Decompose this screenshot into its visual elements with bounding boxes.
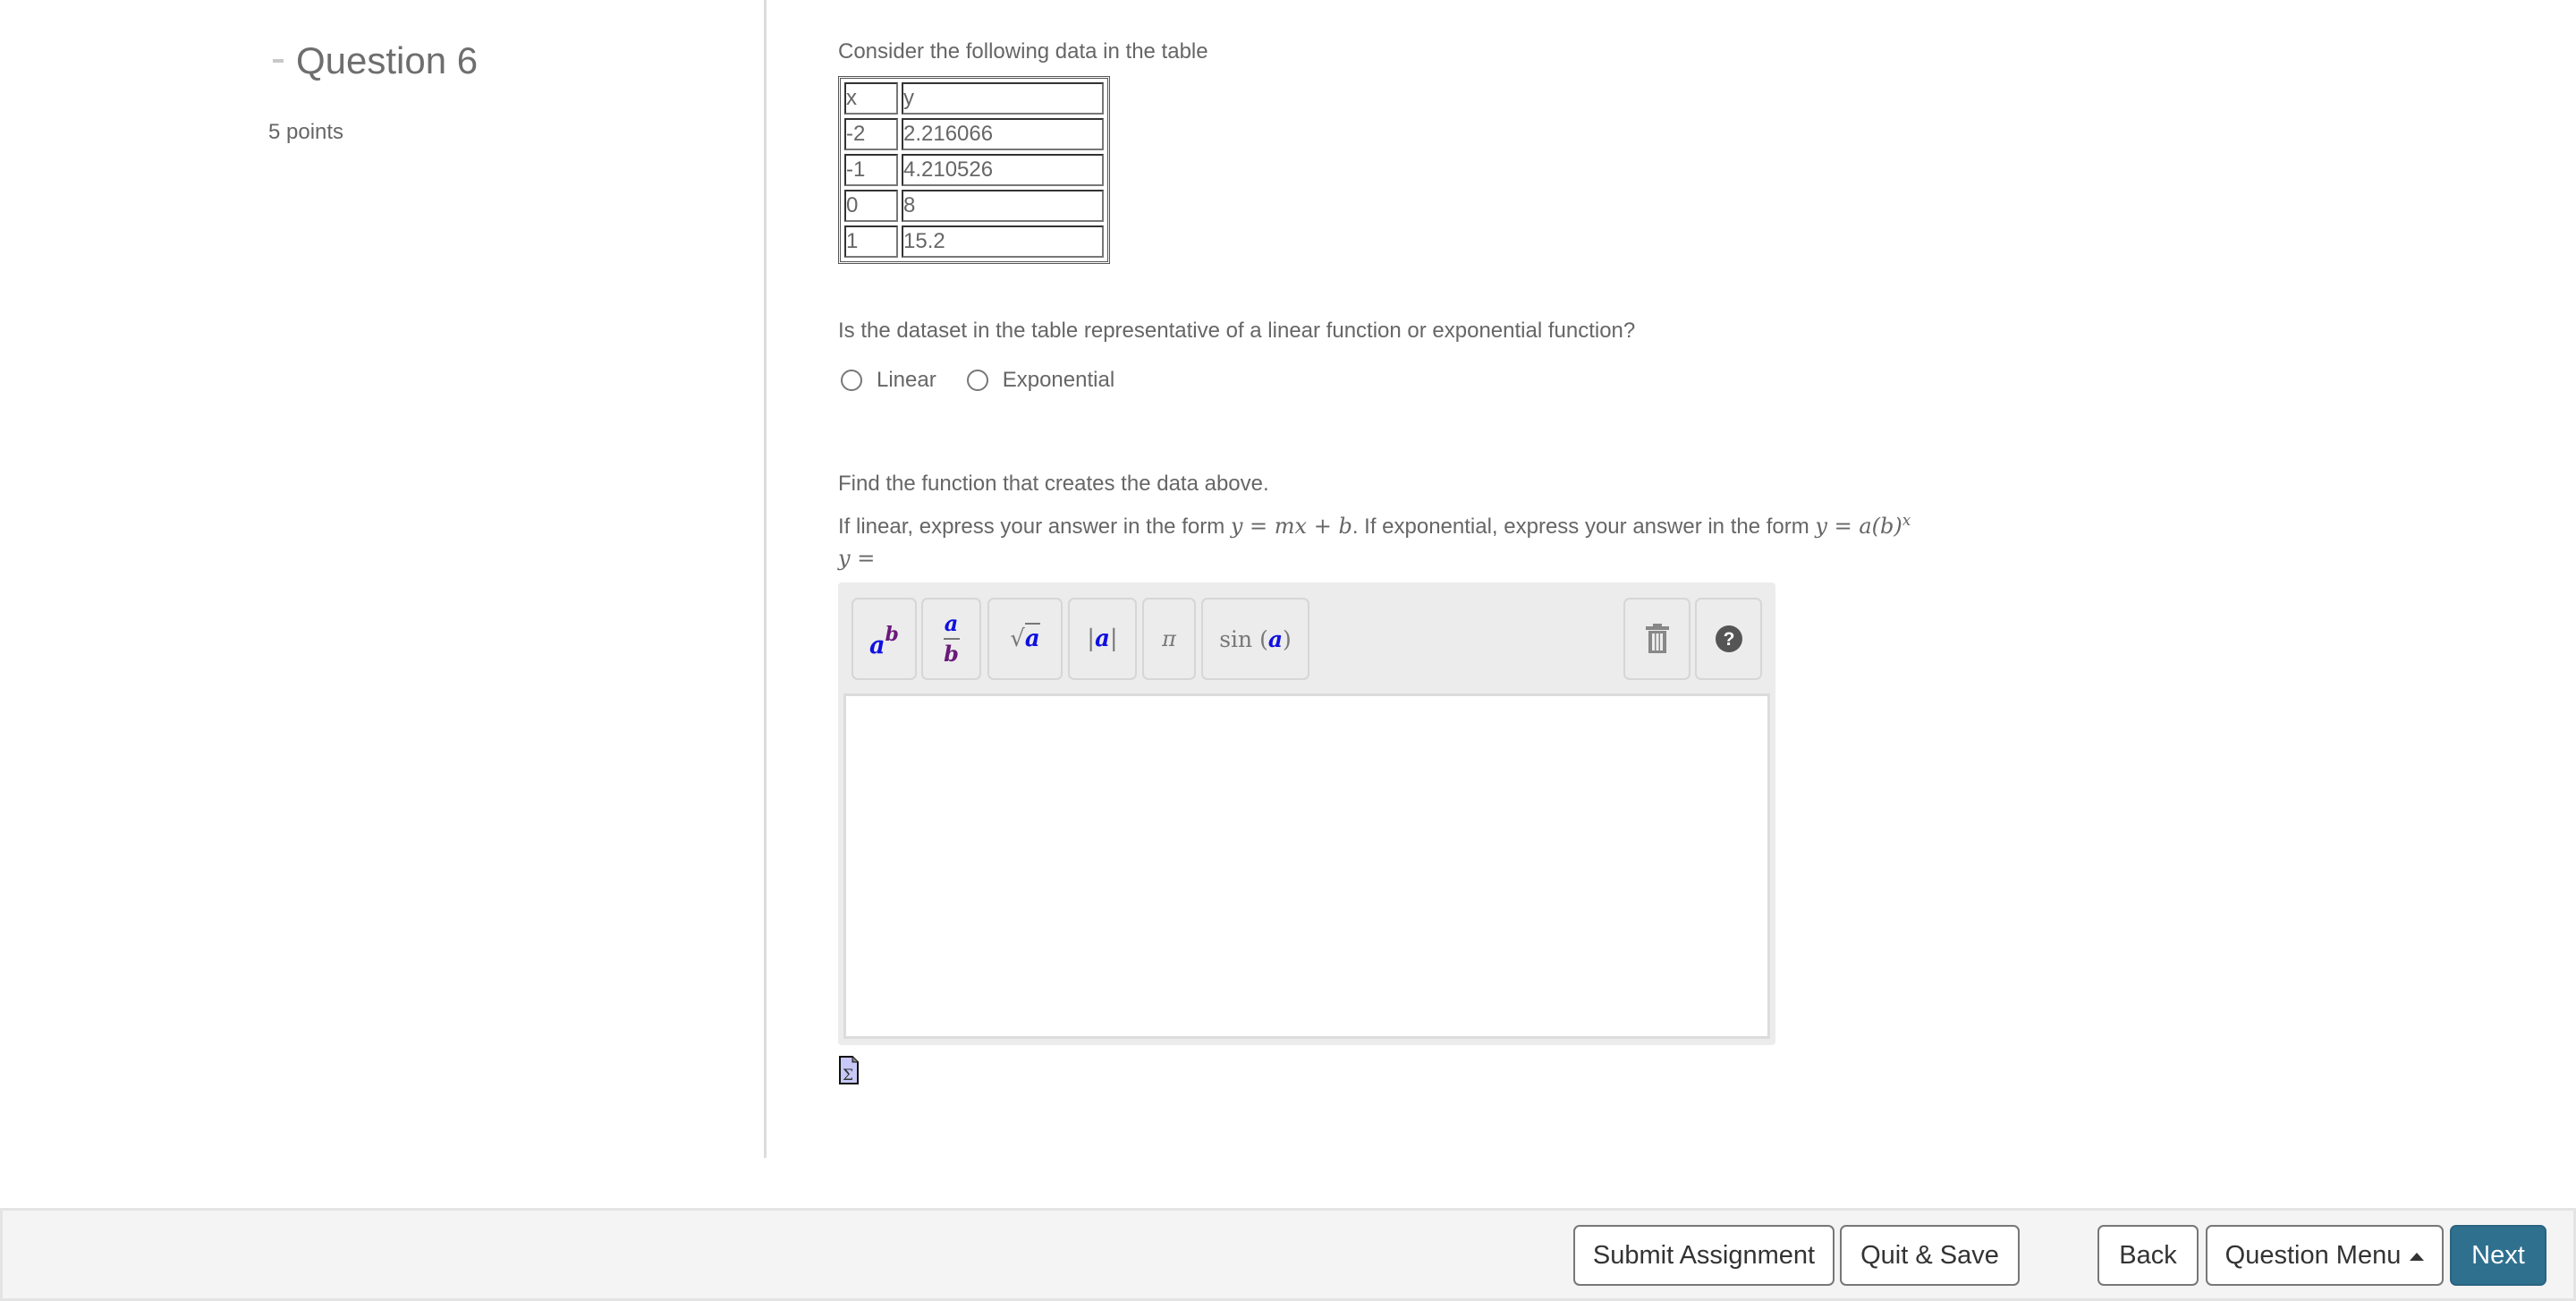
form-text-part1: If linear, express your answer in the fo… [838, 514, 1231, 539]
cell-y: 15.2 [902, 225, 1104, 258]
quit-save-button[interactable]: Quit & Save [1840, 1225, 2020, 1286]
trash-icon [1645, 624, 1669, 653]
submit-assignment-button[interactable]: Submit Assignment [1573, 1225, 1835, 1286]
exponent-button[interactable]: ab [852, 598, 917, 680]
sin-button[interactable]: sin (a) [1201, 598, 1309, 680]
header-x: x [844, 82, 898, 115]
abs-button[interactable]: |a| [1068, 598, 1137, 680]
absolute-value-icon: |a| [1087, 625, 1118, 652]
help-button[interactable]: ? [1695, 598, 1762, 680]
fraction-button[interactable]: a b [921, 598, 981, 680]
table-row: -1 4.210526 [844, 154, 1104, 186]
intro-text: Consider the following data in the table [838, 39, 1208, 64]
collapse-minus-icon[interactable] [273, 59, 284, 63]
header-y: y [902, 82, 1104, 115]
exponential-form-exponent: x [1902, 512, 1911, 530]
radio-linear-label[interactable]: Linear [877, 368, 936, 393]
pi-button[interactable]: π [1142, 598, 1196, 680]
caret-up-icon [2410, 1252, 2425, 1261]
math-input-area[interactable] [843, 693, 1770, 1039]
sigma-file-icon[interactable]: Σ [839, 1056, 859, 1084]
linear-form: y = mx + b [1230, 514, 1352, 539]
cell-y: 4.210526 [902, 154, 1104, 186]
svg-text:Σ: Σ [843, 1067, 853, 1084]
cell-x: -1 [844, 154, 898, 186]
sidebar-divider [764, 0, 767, 1158]
clear-button[interactable] [1623, 598, 1690, 680]
exponential-form: y = a(b) [1815, 514, 1902, 539]
cell-x: -2 [844, 118, 898, 150]
function-type-radio-group: Linear Exponential [841, 366, 1145, 395]
question-points: 5 points [268, 120, 344, 144]
form-text-part2: . If exponential, express your answer in… [1352, 514, 1816, 539]
table-header-row: x y [844, 82, 1104, 115]
table-row: 0 8 [844, 190, 1104, 222]
radio-linear[interactable] [841, 370, 862, 391]
back-button[interactable]: Back [2097, 1225, 2199, 1286]
fraction-icon: a b [943, 610, 960, 667]
sin-icon: sin (a) [1219, 625, 1292, 652]
math-editor: ab a b √a |a| π sin (a) ? [838, 582, 1775, 1045]
sqrt-icon: √a [1010, 623, 1040, 652]
radio-exponential-label[interactable]: Exponential [1003, 368, 1114, 393]
power-icon: ab [869, 622, 899, 659]
cell-y: 8 [902, 190, 1104, 222]
question-menu-button[interactable]: Question Menu [2206, 1225, 2444, 1286]
table-row: 1 15.2 [844, 225, 1104, 258]
radio-exponential[interactable] [966, 370, 988, 391]
question-prompt: Is the dataset in the table representati… [838, 319, 1636, 343]
table-row: -2 2.216066 [844, 118, 1104, 150]
cell-x: 0 [844, 190, 898, 222]
form-instructions: If linear, express your answer in the fo… [838, 506, 1911, 541]
question-title: Question 6 [296, 39, 479, 81]
help-icon: ? [1715, 625, 1742, 652]
cell-x: 1 [844, 225, 898, 258]
svg-text:?: ? [1723, 629, 1734, 650]
next-button[interactable]: Next [2450, 1225, 2546, 1286]
find-function-text: Find the function that creates the data … [838, 472, 1269, 496]
data-table: x y -2 2.216066 -1 4.210526 0 8 1 15.2 [838, 76, 1110, 264]
answer-prefix: y = [838, 546, 876, 571]
cell-y: 2.216066 [902, 118, 1104, 150]
pi-icon: π [1162, 626, 1176, 651]
sqrt-button[interactable]: √a [987, 598, 1063, 680]
question-menu-label: Question Menu [2224, 1240, 2402, 1270]
